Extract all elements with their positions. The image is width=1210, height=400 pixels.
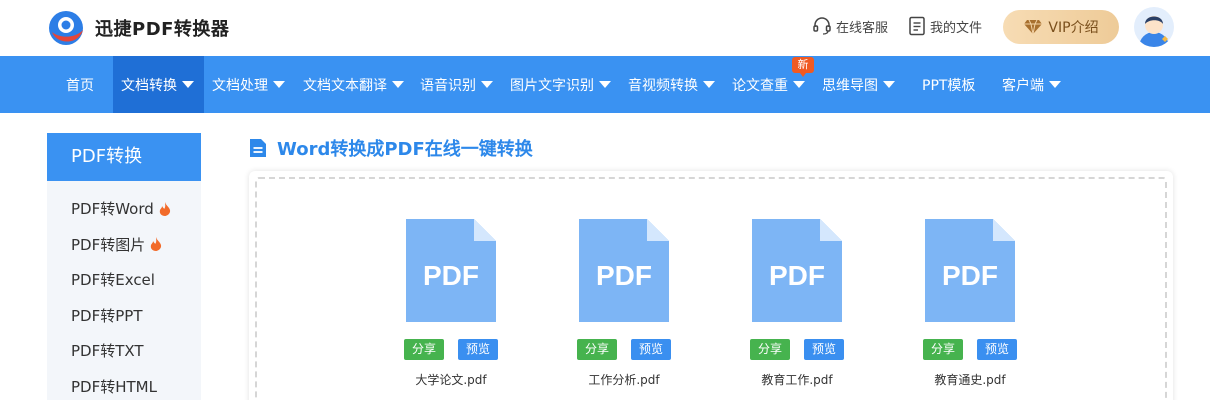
sidebar-item-label: PDF转Excel: [71, 271, 155, 290]
sidebar-list: PDF转Word PDF转图片 PDF转Excel PDF转PPT PDF转TX…: [47, 181, 201, 400]
sidebar-item-pdf-to-image[interactable]: PDF转图片: [47, 227, 201, 263]
pdf-icon-text: PDF: [596, 260, 652, 291]
sidebar: PDF转换 PDF转Word PDF转图片 PDF转Excel PDF转PPT …: [47, 133, 201, 400]
nav-item-label: 文档文本翻译: [303, 77, 387, 94]
main-nav: 首页 文档转换 文档处理 文档文本翻译 语音识别 图片文字识别 音视频转换 论文…: [0, 56, 1210, 113]
nav-item-label: 客户端: [1002, 77, 1044, 94]
file-name: 教育通史.pdf: [934, 373, 1006, 387]
file-name: 工作分析.pdf: [588, 373, 660, 387]
file-actions: 分享 预览: [908, 339, 1032, 360]
caret-down-icon: [392, 81, 404, 88]
dropzone[interactable]: [255, 177, 1167, 400]
sidebar-item-label: PDF转HTML: [71, 377, 157, 396]
nav-item-label: PPT模板: [922, 77, 976, 94]
diamond-icon: [1024, 19, 1043, 35]
file-list-icon: [909, 16, 925, 36]
nav-item-ppt-template[interactable]: PPT模板: [914, 56, 985, 113]
sidebar-item-pdf-to-excel[interactable]: PDF转Excel: [47, 262, 201, 298]
sidebar-item-pdf-to-ppt[interactable]: PDF转PPT: [47, 298, 201, 334]
preview-button[interactable]: 预览: [977, 339, 1018, 360]
nav-item-doc-process[interactable]: 文档处理: [204, 56, 295, 113]
sidebar-item-label: PDF转TXT: [71, 342, 144, 361]
pdf-icon-text: PDF: [423, 260, 479, 291]
sidebar-item-label: PDF转图片: [71, 235, 146, 254]
nav-item-av-convert[interactable]: 音视频转换: [620, 56, 725, 113]
share-button[interactable]: 分享: [922, 339, 963, 360]
preview-button[interactable]: 预览: [631, 339, 672, 360]
caret-down-icon: [182, 81, 194, 88]
my-files-link[interactable]: 我的文件: [908, 16, 982, 36]
top-header: 迅捷PDF转换器 在线客服 我的文件 VIP介绍: [0, 0, 1210, 56]
online-service-link[interactable]: 在线客服: [812, 16, 888, 36]
sidebar-item-label: PDF转Word: [71, 200, 154, 219]
caret-down-icon: [883, 81, 895, 88]
share-button[interactable]: 分享: [403, 339, 444, 360]
brand-name[interactable]: 迅捷PDF转换器: [95, 15, 229, 41]
vip-intro-label: VIP介绍: [1048, 20, 1099, 36]
nav-item-label: 图片文字识别: [510, 77, 594, 94]
caret-down-icon: [273, 81, 285, 88]
pdf-file-icon[interactable]: PDF: [752, 219, 842, 322]
user-avatar-icon: [1139, 16, 1169, 47]
pdf-icon-text: PDF: [942, 260, 998, 291]
nav-item-client[interactable]: 客户端: [994, 56, 1071, 113]
preview-button[interactable]: 预览: [804, 339, 845, 360]
nav-item-label: 音视频转换: [628, 77, 698, 94]
sidebar-item-pdf-to-txt[interactable]: PDF转TXT: [47, 333, 201, 369]
caret-down-icon: [481, 81, 493, 88]
nav-item-home[interactable]: 首页: [58, 56, 104, 113]
user-avatar[interactable]: [1134, 7, 1174, 47]
caret-down-icon: [599, 81, 611, 88]
file-actions: 分享 预览: [735, 339, 859, 360]
headset-icon: [813, 17, 831, 35]
nav-item-doc-translate[interactable]: 文档文本翻译: [295, 56, 414, 113]
nav-item-label: 文档转换: [121, 77, 177, 94]
file-actions: 分享 预览: [389, 339, 513, 360]
section-title: Word转换成PDF在线一键转换: [249, 135, 533, 161]
share-button[interactable]: 分享: [749, 339, 790, 360]
document-icon: [250, 139, 266, 157]
fire-icon: [159, 201, 170, 216]
sidebar-item-pdf-to-html[interactable]: PDF转HTML: [47, 369, 201, 400]
pdf-file-icon[interactable]: PDF: [579, 219, 669, 322]
sidebar-item-pdf-to-word[interactable]: PDF转Word: [47, 191, 201, 227]
nav-item-label: 思维导图: [822, 77, 878, 94]
preview-button[interactable]: 预览: [458, 339, 499, 360]
nav-item-label: 文档处理: [212, 77, 268, 94]
brand-logo-icon[interactable]: [46, 8, 86, 48]
pdf-icon-text: PDF: [769, 260, 825, 291]
my-files-label: 我的文件: [930, 20, 983, 36]
file-name: 大学论文.pdf: [415, 373, 487, 387]
upload-panel[interactable]: [249, 171, 1173, 400]
pdf-file-icon[interactable]: PDF: [406, 219, 496, 322]
file-name: 教育工作.pdf: [761, 373, 833, 387]
share-button[interactable]: 分享: [576, 339, 617, 360]
nav-item-image-ocr[interactable]: 图片文字识别: [502, 56, 621, 113]
file-actions: 分享 预览: [562, 339, 686, 360]
sidebar-item-label: PDF转PPT: [71, 306, 143, 325]
nav-item-label: 论文查重: [732, 77, 788, 94]
caret-down-icon: [703, 81, 715, 88]
nav-item-mind-map[interactable]: 思维导图: [814, 56, 905, 113]
new-badge: 新: [792, 57, 814, 77]
nav-item-label: 首页: [66, 77, 94, 94]
sidebar-heading[interactable]: PDF转换: [47, 133, 201, 181]
fire-icon: [151, 237, 162, 252]
nav-item-speech-recognition[interactable]: 语音识别: [412, 56, 503, 113]
online-service-label: 在线客服: [836, 20, 889, 36]
caret-down-icon: [1049, 81, 1061, 88]
pdf-file-icon[interactable]: PDF: [925, 219, 1015, 322]
section-title-text: Word转换成PDF在线一键转换: [277, 139, 533, 160]
vip-intro-button[interactable]: VIP介绍: [1003, 10, 1119, 44]
caret-down-icon: [793, 81, 805, 88]
nav-item-label: 语音识别: [420, 77, 476, 94]
nav-item-doc-convert[interactable]: 文档转换: [113, 56, 204, 113]
